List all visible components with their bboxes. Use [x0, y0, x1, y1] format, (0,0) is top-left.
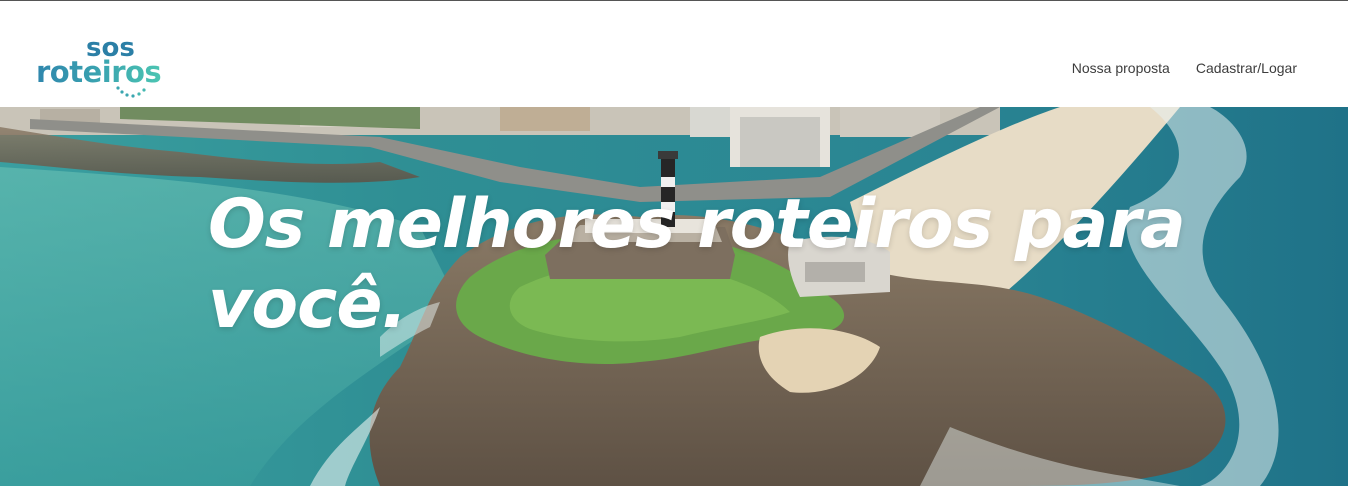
hero-banner: Os melhores roteiros para você. [0, 107, 1348, 486]
main-nav: Nossa proposta Cadastrar/Logar [1072, 60, 1297, 76]
brand-logo[interactable]: sos roteiros [36, 35, 186, 101]
nav-link-cadastrar-logar[interactable]: Cadastrar/Logar [1196, 60, 1297, 76]
site-header: sos roteiros Nossa proposta Cadastrar/Lo… [0, 1, 1348, 107]
logo-dotted-path-icon [116, 86, 146, 98]
hero-headline: Os melhores roteiros para você. [208, 185, 1186, 344]
nav-link-nossa-proposta[interactable]: Nossa proposta [1072, 60, 1170, 76]
